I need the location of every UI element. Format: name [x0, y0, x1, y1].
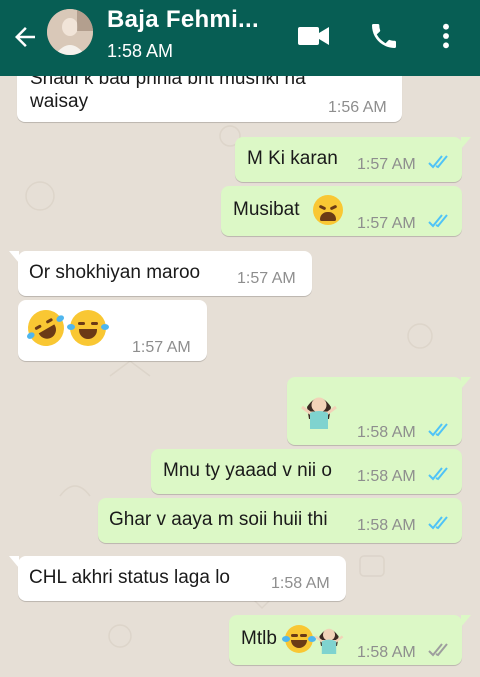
message-text: Musibat — [233, 199, 300, 220]
more-vert-icon[interactable] — [430, 20, 462, 52]
message-bubble-outgoing[interactable]: Musibat 1:57 AM — [221, 186, 462, 236]
message-time: 1:58 AM — [357, 644, 416, 661]
message-time: 1:57 AM — [357, 156, 416, 173]
back-arrow-icon[interactable] — [10, 22, 40, 52]
message-bubble-outgoing[interactable]: Mtlb 1:58 AM — [229, 615, 471, 665]
message-text: M Ki karan — [247, 148, 338, 169]
message-bubble-incoming[interactable]: Or shokhiyan maroo 1:57 AM — [9, 251, 312, 296]
person-shrugging-emoji — [313, 622, 345, 661]
message-bubble-outgoing[interactable]: 1:58 AM — [287, 377, 471, 445]
message-text: Ghar v aaya m soii huii thi — [109, 509, 328, 530]
message-time: 1:58 AM — [357, 468, 416, 485]
message-text: Mnu ty yaaad v nii o — [163, 460, 332, 481]
read-ticks-icon — [428, 516, 448, 530]
message-bubble-outgoing[interactable]: Mnu ty yaaad v nii o 1:58 AM — [151, 449, 462, 494]
delivered-ticks-icon — [428, 643, 448, 657]
message-text: CHL akhri status laga lo — [29, 567, 231, 588]
message-text: waisay — [30, 91, 89, 112]
chat-header: Baja Fehmi... 1:58 AM — [0, 0, 480, 76]
message-text: Or shokhiyan maroo — [29, 262, 201, 283]
read-ticks-icon — [428, 214, 448, 228]
contact-avatar[interactable] — [47, 9, 93, 55]
message-time: 1:56 AM — [328, 99, 387, 116]
person-shrugging-emoji — [299, 389, 339, 436]
laughing-tears-emoji — [67, 310, 109, 346]
message-text: Mtlb — [241, 628, 277, 649]
chat-messages: Shadi k bad phhla bht mushkl ha waisay 1… — [0, 76, 480, 677]
message-bubble-outgoing[interactable]: Ghar v aaya m soii huii thi 1:58 AM — [98, 498, 462, 543]
contact-name[interactable]: Baja Fehmi... — [107, 6, 259, 34]
last-seen-status: 1:58 AM — [107, 41, 174, 61]
video-call-icon[interactable] — [296, 20, 332, 52]
phone-icon[interactable] — [366, 20, 402, 52]
laughing-tears-emoji — [282, 625, 316, 653]
read-ticks-icon — [428, 467, 448, 481]
read-ticks-icon — [428, 155, 448, 169]
message-bubble-incoming[interactable]: Shadi k bad phhla bht mushkl ha waisay 1… — [17, 76, 402, 122]
message-time: 1:57 AM — [237, 270, 296, 287]
message-time: 1:58 AM — [271, 575, 330, 592]
message-bubble-incoming[interactable]: CHL akhri status laga lo 1:58 AM — [9, 556, 346, 601]
message-time: 1:57 AM — [357, 215, 416, 232]
tired-face-emoji — [313, 195, 343, 225]
message-bubble-incoming[interactable]: 1:57 AM — [18, 300, 207, 361]
message-time: 1:58 AM — [357, 517, 416, 534]
message-text: Shadi k bad phhla bht mushkl ha — [30, 76, 306, 89]
message-time: 1:58 AM — [357, 424, 416, 441]
message-time: 1:57 AM — [132, 339, 191, 356]
read-ticks-icon — [428, 423, 448, 437]
message-bubble-outgoing[interactable]: M Ki karan 1:57 AM — [235, 137, 471, 182]
rolling-on-floor-laughing-emoji — [21, 303, 71, 353]
